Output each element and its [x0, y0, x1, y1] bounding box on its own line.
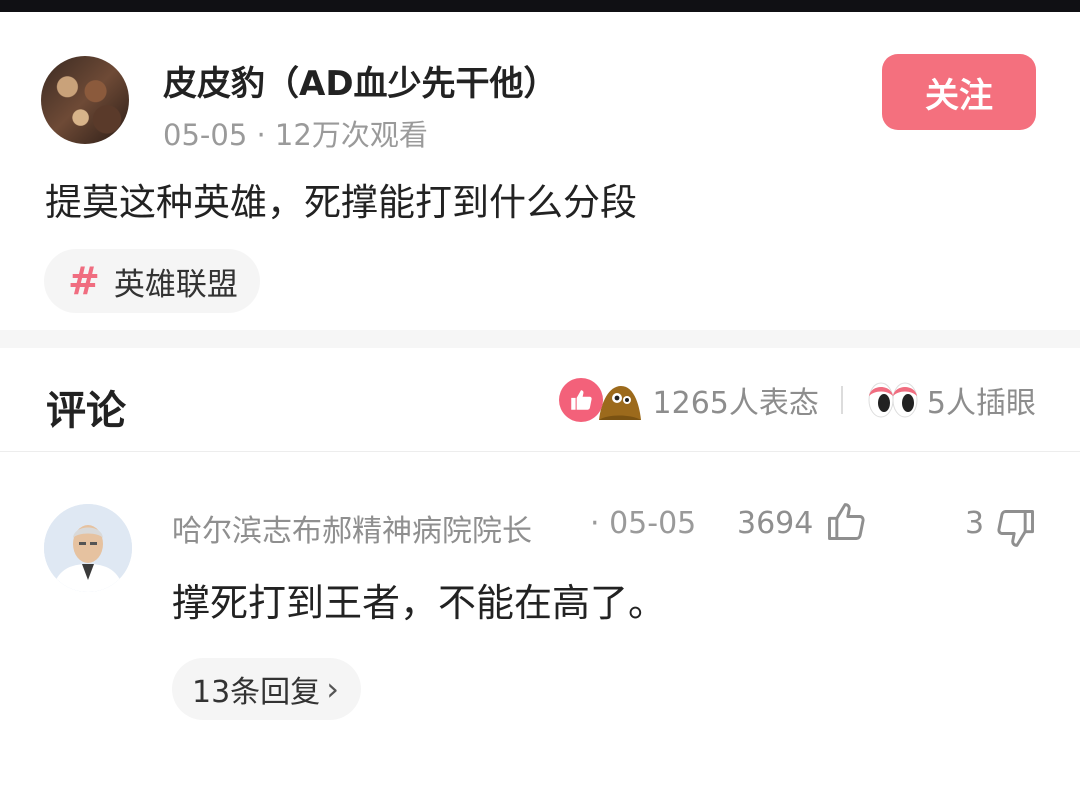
thumb-up-icon[interactable]: [824, 500, 868, 544]
reaction-count: 1265人表态: [652, 386, 819, 421]
thumb-down-icon[interactable]: [994, 506, 1038, 550]
comments-header: 评论 1265人表态 5人插眼: [0, 348, 1080, 451]
reaction-separator: [840, 386, 843, 414]
section-divider: [0, 330, 1080, 348]
author-avatar[interactable]: [41, 56, 129, 144]
like-reaction-icon: [558, 378, 603, 422]
post-card: 皮皮豹（AD血少先干他） 05-05 · 12万次观看 关注 提莫这种英雄，死撑…: [0, 12, 1080, 330]
commenter-name[interactable]: 哈尔滨志布郝精神病院院长: [172, 506, 532, 550]
comment-date: · 05-05: [590, 506, 697, 541]
comment-like-count: 3694: [737, 506, 814, 541]
eyes-icon: [867, 380, 919, 420]
post-meta: 05-05 · 12万次观看: [163, 118, 428, 152]
replies-label: 13条回复: [192, 675, 321, 710]
reaction-summary[interactable]: 1265人表态 5人插眼: [558, 378, 1036, 422]
chevron-right-icon: ›: [326, 670, 339, 708]
hash-icon: #: [68, 259, 100, 303]
topic-tag[interactable]: # 英雄联盟: [44, 249, 260, 313]
comment-item: 哈尔滨志布郝精神病院院长 · 05-05 3694 3 撑死打到王者，不能在高了…: [0, 452, 1080, 787]
comments-title: 评论: [46, 388, 126, 434]
commenter-avatar[interactable]: [44, 504, 132, 592]
post-title: 提莫这种英雄，死撑能打到什么分段: [45, 181, 637, 224]
status-bar: [0, 0, 1080, 12]
author-name[interactable]: 皮皮豹（AD血少先干他）: [163, 56, 558, 105]
topic-label: 英雄联盟: [113, 266, 238, 303]
eyes-count: 5人插眼: [926, 386, 1036, 421]
follow-button[interactable]: 关注: [882, 54, 1036, 130]
comment-text: 撑死打到王者，不能在高了。: [172, 581, 667, 625]
view-replies-button[interactable]: 13条回复 ›: [172, 658, 361, 720]
comment-dislike-count: 3: [965, 506, 985, 541]
